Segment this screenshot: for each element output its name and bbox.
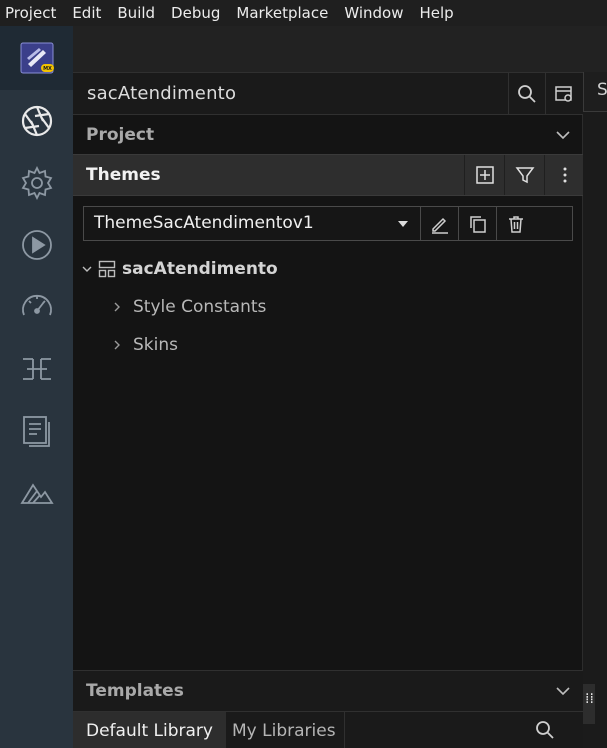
tab-my-libraries[interactable]: My Libraries: [226, 712, 345, 748]
tree-item-label: Skins: [133, 335, 178, 355]
search-icon: [518, 85, 536, 103]
activity-settings[interactable]: [0, 152, 73, 214]
layout-grid-icon: [98, 260, 116, 278]
project-section-title: Project: [86, 125, 155, 145]
activity-bar: MX: [0, 26, 73, 748]
resize-grip[interactable]: ⁞⁞: [583, 684, 595, 724]
chevron-down-icon: [556, 131, 570, 140]
layout-icon: [22, 358, 51, 380]
theme-explorer-panel: sacAtendimento Project Themes ThemeSacAt…: [73, 72, 583, 748]
library-tabs: Default Library My Libraries: [73, 711, 583, 748]
tree-item-skins[interactable]: Skins: [73, 328, 583, 362]
grip-dots-icon: ⁞⁞: [585, 691, 594, 707]
document-icon: [22, 416, 50, 447]
menu-help[interactable]: Help: [411, 0, 461, 26]
more-vertical-icon: [563, 167, 566, 183]
menu-window[interactable]: Window: [336, 0, 411, 26]
window-settings-icon: [555, 86, 572, 102]
delete-theme-button[interactable]: [497, 206, 573, 241]
app-logo[interactable]: MX: [0, 26, 73, 90]
theme-dropdown-value: ThemeSacAtendimentov1: [94, 213, 314, 233]
menu-project[interactable]: Project: [0, 0, 64, 26]
duplicate-theme-button[interactable]: [459, 206, 497, 241]
tree-root-label: sacAtendimento: [122, 259, 278, 279]
activity-layout[interactable]: [0, 338, 73, 400]
filter-button[interactable]: [504, 155, 544, 195]
menu-build[interactable]: Build: [109, 0, 163, 26]
project-settings-button[interactable]: [545, 73, 582, 115]
pencil-icon: [431, 217, 448, 234]
themes-section-title: Themes: [86, 165, 161, 185]
edit-theme-button[interactable]: [421, 206, 459, 241]
chevron-right-icon: [114, 302, 120, 312]
mountain-icon: [19, 483, 54, 504]
library-search-button[interactable]: [535, 720, 555, 744]
chevron-right-icon: [114, 340, 120, 350]
caret-down-icon: [398, 221, 408, 227]
search-icon: [536, 721, 554, 739]
tree-item-label: Style Constants: [133, 297, 267, 317]
activity-assets[interactable]: [0, 462, 73, 524]
aperture-icon: [21, 105, 52, 137]
right-panel-tab-label: S: [597, 80, 607, 100]
activity-performance[interactable]: [0, 276, 73, 338]
templates-section[interactable]: Templates: [73, 670, 583, 711]
tree-item-style-constants[interactable]: Style Constants: [73, 290, 583, 324]
tree-root-item[interactable]: sacAtendimento: [73, 252, 583, 286]
templates-section-title: Templates: [86, 681, 184, 701]
menu-bar: Project Edit Build Debug Marketplace Win…: [0, 0, 607, 26]
search-button[interactable]: [508, 73, 545, 115]
menu-marketplace[interactable]: Marketplace: [228, 0, 336, 26]
chevron-down-icon: [556, 687, 570, 696]
menu-edit[interactable]: Edit: [64, 0, 109, 26]
project-header: sacAtendimento: [73, 72, 583, 115]
logo-badge: MX: [43, 66, 52, 72]
add-box-icon: [475, 166, 494, 184]
activity-themes[interactable]: [0, 90, 73, 152]
project-name: sacAtendimento: [87, 83, 237, 104]
project-section[interactable]: Project: [73, 115, 583, 155]
right-panel-tab[interactable]: S: [583, 72, 607, 112]
gauge-icon: [21, 294, 52, 316]
activity-documents[interactable]: [0, 400, 73, 462]
menu-debug[interactable]: Debug: [163, 0, 228, 26]
toolbar: [73, 26, 607, 72]
filter-icon: [515, 167, 534, 184]
theme-dropdown[interactable]: ThemeSacAtendimentov1: [83, 206, 421, 241]
play-icon: [21, 230, 52, 260]
chevron-down-icon: [82, 266, 92, 272]
gear-icon: [21, 165, 52, 201]
app-logo-icon: MX: [20, 42, 54, 74]
activity-run[interactable]: [0, 214, 73, 276]
copy-icon: [469, 215, 486, 233]
trash-icon: [509, 215, 523, 233]
right-panel-edge: S ⁞⁞: [583, 72, 607, 748]
more-options-button[interactable]: [544, 155, 584, 195]
add-theme-button[interactable]: [464, 155, 504, 195]
tab-default-library[interactable]: Default Library: [73, 712, 226, 748]
themes-section-header: Themes: [73, 154, 583, 196]
